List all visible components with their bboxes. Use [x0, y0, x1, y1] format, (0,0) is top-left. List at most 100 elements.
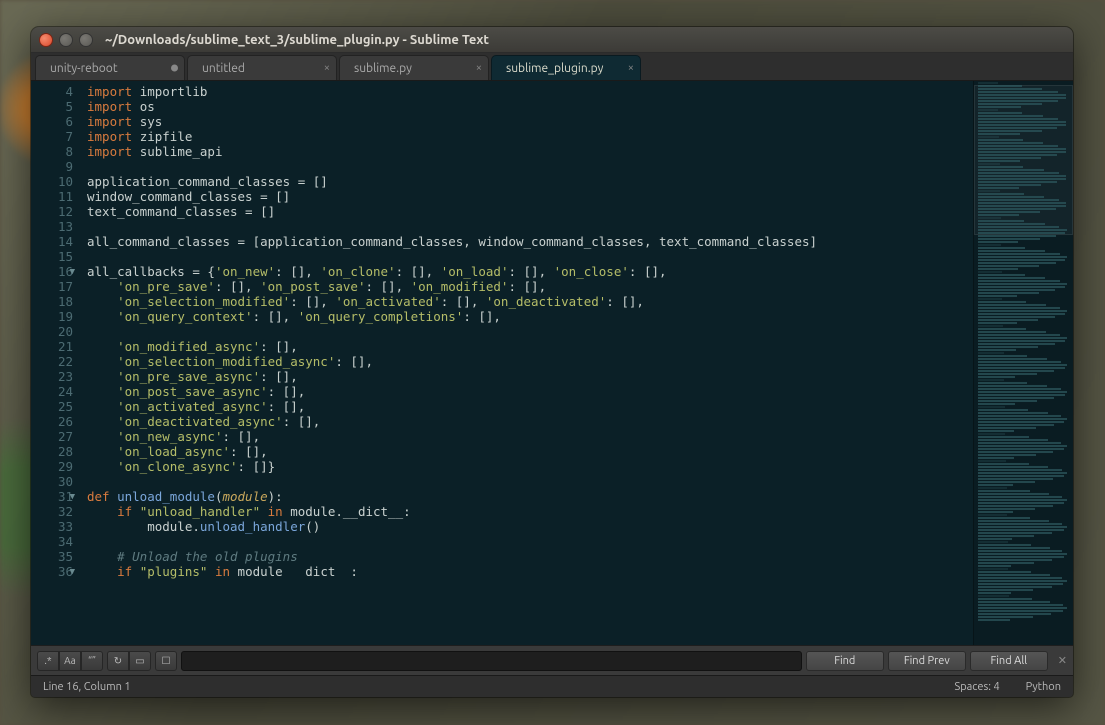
line-number[interactable]: 29 — [31, 459, 73, 474]
line-number[interactable]: 15 — [31, 249, 73, 264]
titlebar[interactable]: ~/Downloads/sublime_text_3/sublime_plugi… — [31, 27, 1073, 53]
line-number[interactable]: 25 — [31, 399, 73, 414]
line-number[interactable]: 32 — [31, 504, 73, 519]
line-number[interactable]: 31▼ — [31, 489, 73, 504]
find-input[interactable] — [181, 651, 802, 671]
line-number[interactable]: 26 — [31, 414, 73, 429]
fold-icon[interactable]: ▼ — [70, 490, 75, 505]
tab-close-icon[interactable]: × — [628, 62, 634, 74]
code-line[interactable]: # Unload the old plugins — [87, 549, 973, 564]
code-line[interactable] — [87, 249, 973, 264]
find-inselection-toggle[interactable]: ▭ — [129, 651, 151, 671]
find-regex-toggle[interactable]: .* — [37, 651, 59, 671]
code-line[interactable]: all_callbacks = {'on_new': [], 'on_clone… — [87, 264, 973, 279]
find-wrap-toggle[interactable]: ↻ — [107, 651, 129, 671]
window-maximize-button[interactable] — [79, 33, 93, 47]
find-close-icon[interactable]: ✕ — [1058, 654, 1067, 667]
line-number[interactable]: 12 — [31, 204, 73, 219]
line-number[interactable]: 35 — [31, 549, 73, 564]
line-number[interactable]: 17 — [31, 279, 73, 294]
code-line[interactable]: 'on_pre_save': [], 'on_post_save': [], '… — [87, 279, 973, 294]
code-line[interactable]: window_command_classes = [] — [87, 189, 973, 204]
code-line[interactable]: application_command_classes = [] — [87, 174, 973, 189]
code-line[interactable] — [87, 534, 973, 549]
line-number[interactable]: 8 — [31, 144, 73, 159]
code-line[interactable] — [87, 324, 973, 339]
find-prev-button[interactable]: Find Prev — [888, 651, 966, 671]
line-number[interactable]: 22 — [31, 354, 73, 369]
code-line[interactable] — [87, 159, 973, 174]
code-line[interactable]: 'on_clone_async': []} — [87, 459, 973, 474]
code-line[interactable] — [87, 219, 973, 234]
code-line[interactable]: 'on_modified_async': [], — [87, 339, 973, 354]
code-line[interactable]: text_command_classes = [] — [87, 204, 973, 219]
find-case-toggle[interactable]: Aa — [59, 651, 81, 671]
code-line[interactable]: 'on_post_save_async': [], — [87, 384, 973, 399]
fold-icon[interactable]: ▼ — [70, 565, 75, 580]
line-number[interactable]: 13 — [31, 219, 73, 234]
code-line[interactable]: 'on_load_async': [], — [87, 444, 973, 459]
fold-icon[interactable]: ▼ — [70, 265, 75, 280]
code-line[interactable]: import sublime_api — [87, 144, 973, 159]
line-number[interactable]: 16▼ — [31, 264, 73, 279]
line-number[interactable]: 23 — [31, 369, 73, 384]
window-minimize-button[interactable] — [59, 33, 73, 47]
status-indent[interactable]: Spaces: 4 — [954, 681, 999, 693]
code-line[interactable]: import importlib — [87, 84, 973, 99]
line-number[interactable]: 24 — [31, 384, 73, 399]
line-number[interactable]: 21 — [31, 339, 73, 354]
minimap[interactable] — [973, 81, 1073, 645]
code-line[interactable]: import os — [87, 99, 973, 114]
line-number[interactable]: 14 — [31, 234, 73, 249]
line-number[interactable]: 28 — [31, 444, 73, 459]
line-number[interactable]: 18 — [31, 294, 73, 309]
tab-close-icon[interactable]: × — [476, 62, 482, 74]
line-number[interactable]: 36▼ — [31, 564, 73, 579]
code-line[interactable]: 'on_new_async': [], — [87, 429, 973, 444]
code-view[interactable]: import importlibimport osimport sysimpor… — [81, 81, 973, 645]
code-line[interactable]: import zipfile — [87, 129, 973, 144]
line-number[interactable]: 10 — [31, 174, 73, 189]
line-number[interactable]: 20 — [31, 324, 73, 339]
code-line[interactable]: 'on_selection_modified_async': [], — [87, 354, 973, 369]
tab-close-icon[interactable]: × — [324, 62, 330, 74]
code-line[interactable]: if "unload_handler" in module.__dict__: — [87, 504, 973, 519]
find-highlight-toggle[interactable]: ☐ — [155, 651, 177, 671]
line-number[interactable]: 33 — [31, 519, 73, 534]
line-number-gutter[interactable]: 45678910111213141516▼1718192021222324252… — [31, 81, 81, 645]
status-syntax[interactable]: Python — [1026, 681, 1061, 693]
tab-unity-reboot[interactable]: unity-reboot — [35, 55, 185, 80]
minimap-line — [978, 316, 1055, 318]
code-line[interactable] — [87, 474, 973, 489]
line-number[interactable]: 9 — [31, 159, 73, 174]
minimap-line — [978, 445, 1067, 447]
line-number[interactable]: 5 — [31, 99, 73, 114]
code-line[interactable]: 'on_selection_modified': [], 'on_activat… — [87, 294, 973, 309]
tab-untitled[interactable]: untitled× — [187, 55, 337, 80]
line-number[interactable]: 30 — [31, 474, 73, 489]
find-button[interactable]: Find — [806, 651, 884, 671]
code-line[interactable]: import sys — [87, 114, 973, 129]
line-number[interactable]: 6 — [31, 114, 73, 129]
code-line[interactable]: def unload_module(module): — [87, 489, 973, 504]
code-line[interactable]: 'on_pre_save_async': [], — [87, 369, 973, 384]
line-number[interactable]: 4 — [31, 84, 73, 99]
find-all-button[interactable]: Find All — [970, 651, 1048, 671]
tab-sublime-plugin-py[interactable]: sublime_plugin.py× — [491, 55, 641, 80]
line-number[interactable]: 34 — [31, 534, 73, 549]
code-line[interactable]: module.unload_handler() — [87, 519, 973, 534]
line-number[interactable]: 19 — [31, 309, 73, 324]
code-line[interactable]: if "plugins" in module dict : — [87, 564, 973, 579]
status-position[interactable]: Line 16, Column 1 — [43, 681, 131, 693]
code-line[interactable]: 'on_deactivated_async': [], — [87, 414, 973, 429]
code-line[interactable]: all_command_classes = [application_comma… — [87, 234, 973, 249]
tab-sublime-py[interactable]: sublime.py× — [339, 55, 489, 80]
line-number[interactable]: 27 — [31, 429, 73, 444]
window-close-button[interactable] — [39, 33, 53, 47]
line-number[interactable]: 7 — [31, 129, 73, 144]
find-wholeword-toggle[interactable]: “” — [81, 651, 103, 671]
line-number[interactable]: 11 — [31, 189, 73, 204]
code-line[interactable]: 'on_query_context': [], 'on_query_comple… — [87, 309, 973, 324]
minimap-line — [978, 229, 1067, 231]
code-line[interactable]: 'on_activated_async': [], — [87, 399, 973, 414]
